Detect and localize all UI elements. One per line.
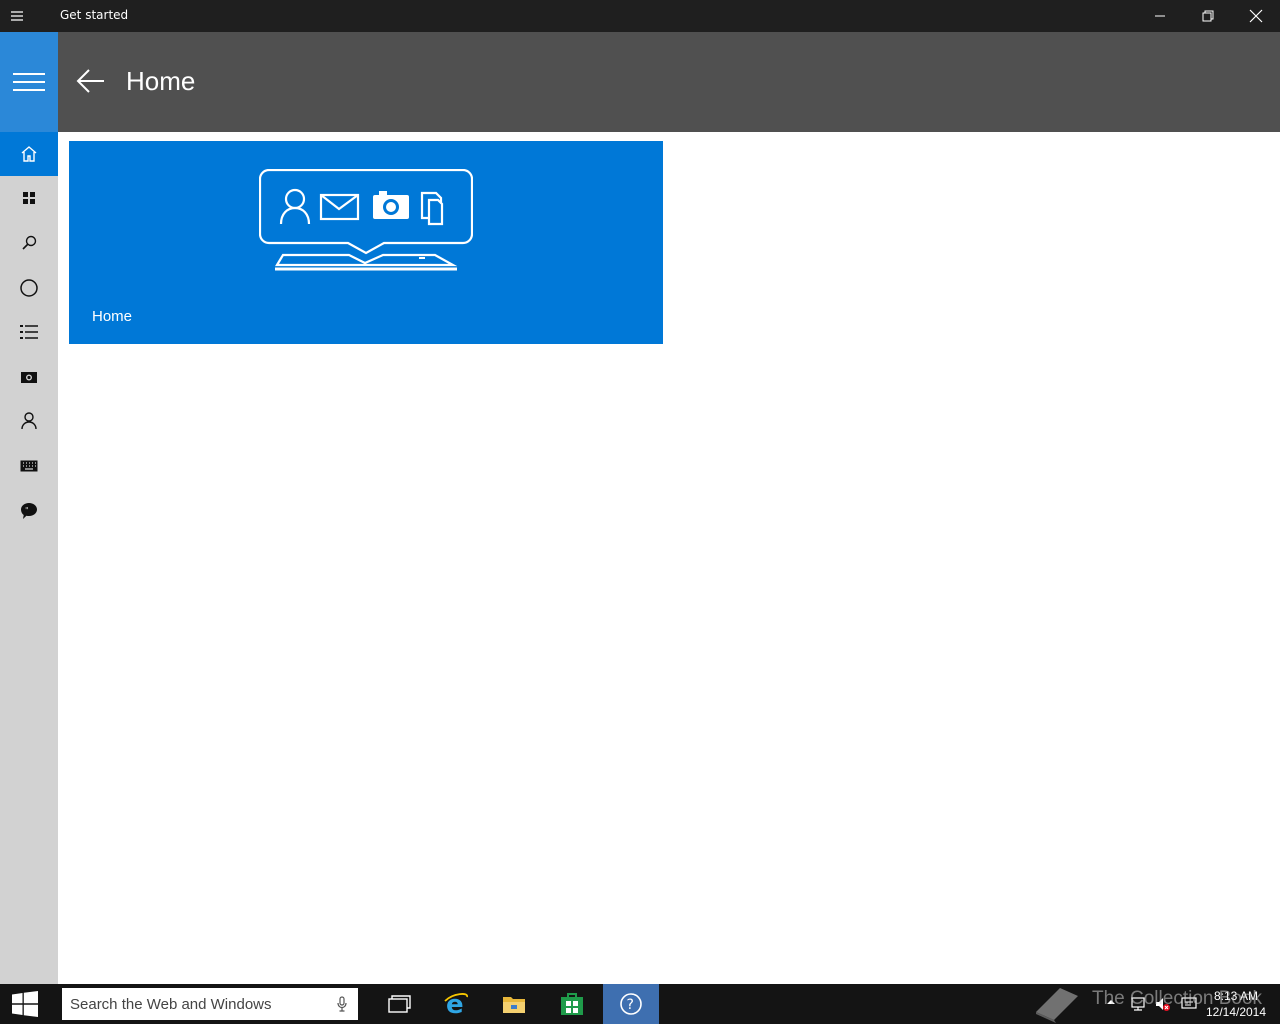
book-logo-icon: [1036, 988, 1078, 1023]
taskbar-file-explorer[interactable]: [486, 984, 542, 1024]
home-tile[interactable]: Home: [69, 141, 663, 344]
start-button[interactable]: [0, 984, 50, 1024]
svg-text:": ": [25, 506, 29, 515]
sidebar-item-cortana[interactable]: [0, 266, 58, 310]
watermark-text: The Collection Book: [1092, 988, 1263, 1009]
hamburger-icon: [13, 73, 45, 91]
store-icon: [561, 993, 583, 1015]
microphone-icon[interactable]: [336, 996, 348, 1012]
sidebar-item-people[interactable]: [0, 399, 58, 443]
back-button[interactable]: [76, 68, 108, 96]
taskbar-task-view[interactable]: [371, 984, 427, 1024]
window-title: Get started: [60, 8, 129, 22]
sidebar-item-keyboard[interactable]: [0, 444, 58, 488]
sidebar: ": [0, 32, 58, 984]
search-icon: [22, 235, 37, 250]
home-icon: [21, 146, 37, 162]
svg-text:?: ?: [627, 997, 634, 1013]
devices-speech-bubble-icon: [259, 169, 473, 271]
cortana-circle-icon: [20, 279, 38, 297]
taskbar-get-started[interactable]: ?: [603, 984, 659, 1024]
title-bar: Get started: [0, 0, 1280, 32]
close-button[interactable]: [1233, 0, 1279, 32]
sidebar-item-search[interactable]: [0, 221, 58, 265]
taskbar-internet-explorer[interactable]: e: [428, 984, 484, 1024]
sidebar-menu-button[interactable]: [0, 32, 58, 132]
minimize-button[interactable]: [1137, 0, 1183, 32]
back-arrow-icon: [76, 69, 104, 93]
apps-grid-icon: [23, 192, 35, 204]
get-started-icon: ?: [620, 993, 642, 1015]
page-title: Home: [126, 66, 196, 96]
taskbar-store[interactable]: [544, 984, 600, 1024]
windows-logo-icon: [12, 991, 38, 1017]
minimize-icon: [1155, 15, 1165, 17]
sidebar-item-feedback[interactable]: ": [0, 489, 58, 533]
page-header: Home: [58, 32, 1280, 132]
list-icon: [20, 325, 38, 339]
file-explorer-icon: [503, 997, 525, 1013]
watermark: The Collection Book: [1030, 986, 1270, 1024]
restore-icon: [1202, 10, 1214, 22]
search-input[interactable]: [62, 988, 332, 1020]
sidebar-item-list[interactable]: [0, 310, 58, 354]
restore-button[interactable]: [1185, 0, 1231, 32]
close-icon: [1249, 9, 1263, 23]
taskbar-search-box[interactable]: [62, 988, 358, 1020]
task-view-icon: [388, 995, 411, 1013]
hamburger-icon[interactable]: [10, 8, 38, 24]
camera-icon: [21, 372, 37, 383]
internet-explorer-icon: e: [444, 991, 468, 1017]
tile-label: Home: [92, 308, 133, 325]
keyboard-icon: [20, 460, 38, 472]
sidebar-item-home[interactable]: [0, 132, 58, 176]
sidebar-item-apps[interactable]: [0, 176, 58, 220]
sidebar-item-camera[interactable]: [0, 355, 58, 399]
feedback-icon: ": [21, 503, 37, 519]
person-icon: [21, 412, 37, 430]
